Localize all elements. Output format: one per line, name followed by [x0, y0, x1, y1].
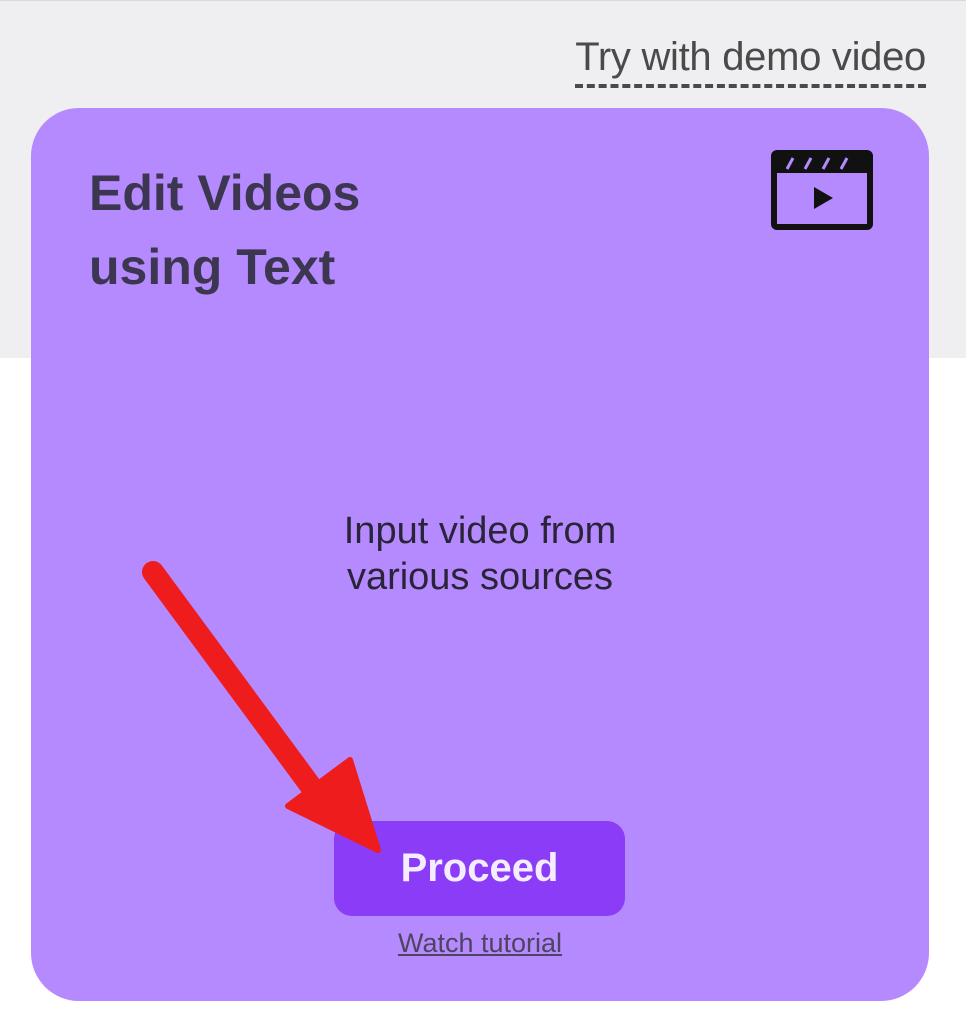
watch-tutorial-link[interactable]: Watch tutorial [31, 928, 929, 959]
card-description: Input video from various sources [31, 508, 929, 600]
try-demo-video-link[interactable]: Try with demo video [575, 34, 926, 88]
card-description-line-1: Input video from [343, 510, 617, 552]
card-title-line-1: Edit Videos [89, 165, 361, 221]
card-title-line-2: using Text [89, 239, 336, 295]
card-title: Edit Videos using Text [89, 156, 509, 304]
proceed-button[interactable]: Proceed [334, 821, 625, 916]
video-clapperboard-icon [771, 150, 873, 230]
edit-videos-card: Edit Videos using Text Input video from … [31, 108, 929, 1001]
card-description-line-2: various sources [346, 556, 614, 598]
